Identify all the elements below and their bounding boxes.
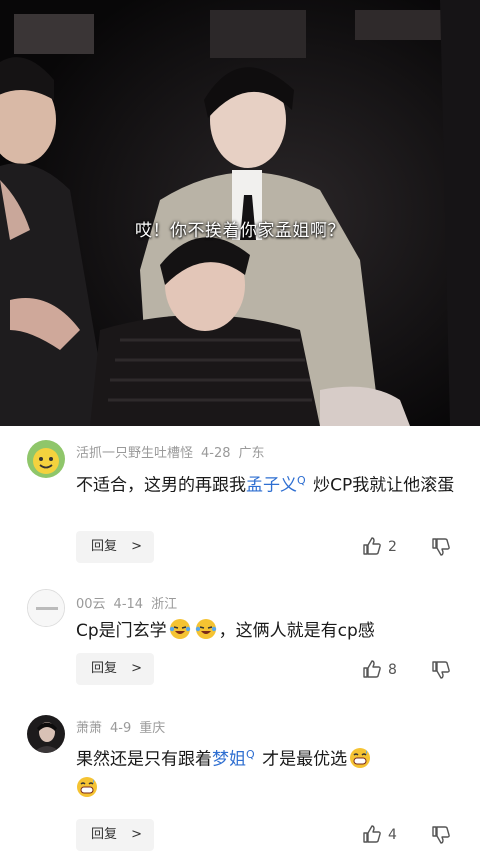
comment-text: Cp是门玄学 ，这俩人就是有cp感 — [76, 617, 460, 646]
thumbs-up-icon — [363, 825, 381, 843]
comment-text-part: 果然还是只有跟着 — [76, 749, 212, 770]
comment-meta: 活抓一只野生吐槽怪 4-28 广东 — [76, 442, 273, 461]
laughing-crying-emoji-icon — [195, 619, 216, 639]
comment-text-part: 才是最优选 — [256, 749, 348, 770]
comment-list: 活抓一只野生吐槽怪 4-28 广东 不适合，这男的再跟我孟子义Q 炒CP我就让他滚蛋… — [0, 426, 480, 853]
thumbs-down-icon — [432, 826, 450, 844]
reply-label: 回复 — [91, 539, 118, 554]
thumbs-down-icon — [432, 661, 450, 679]
reply-button[interactable]: 回复 > — [76, 653, 154, 685]
like-count: 2 — [388, 539, 397, 555]
laughing-crying-emoji-icon — [169, 619, 190, 639]
reply-label: 回复 — [91, 661, 118, 676]
comment-text-part: 炒CP我就让他滚蛋 — [307, 475, 455, 496]
grinning-sweat-emoji-icon — [77, 776, 97, 797]
thumbs-up-icon — [363, 537, 381, 555]
grinning-sweat-emoji-icon — [350, 747, 371, 768]
mention-link[interactable]: 梦姐 — [212, 750, 246, 770]
video-frame[interactable]: 哎！你不挨着你家孟姐啊？ — [0, 0, 480, 426]
video-subtitle: 哎！你不挨着你家孟姐啊？ — [135, 221, 345, 241]
comment-meta: 00云 4-14 浙江 — [76, 593, 185, 612]
like-count: 4 — [388, 827, 397, 843]
like-button[interactable]: 2 — [362, 535, 397, 559]
video-still-image — [0, 0, 480, 426]
comment-date: 4-9 — [110, 721, 132, 736]
comment-location: 重庆 — [139, 721, 166, 736]
reply-button[interactable]: 回复 > — [76, 531, 154, 563]
comment-location: 广东 — [238, 446, 265, 461]
like-count: 8 — [388, 662, 397, 678]
dark-photo-avatar-icon — [27, 715, 65, 753]
white-logo-avatar-icon — [28, 590, 64, 626]
green-emoji-avatar-icon — [27, 440, 65, 478]
comment-text-part: ，这俩人就是有cp感 — [218, 621, 375, 641]
avatar[interactable] — [27, 440, 65, 478]
comment-text: 果然还是只有跟着梦姐Q 才是最优选 — [76, 740, 460, 804]
comment-date: 4-28 — [201, 446, 231, 461]
like-button[interactable]: 8 — [362, 658, 397, 682]
comment-text: 不适合，这男的再跟我孟子义Q 炒CP我就让他滚蛋 — [76, 466, 460, 501]
thumbs-up-icon — [363, 660, 381, 678]
thumbs-down-icon — [432, 538, 450, 556]
avatar[interactable] — [27, 715, 65, 753]
dislike-button[interactable] — [431, 825, 451, 845]
dislike-button[interactable] — [431, 537, 451, 557]
reply-button[interactable]: 回复 > — [76, 819, 154, 851]
mention-link[interactable]: 孟子义 — [246, 476, 297, 496]
comment-meta: 萧萧 4-9 重庆 — [76, 717, 173, 736]
username[interactable]: 00云 — [76, 597, 106, 612]
dislike-button[interactable] — [431, 660, 451, 680]
chevron-right-icon: > — [131, 661, 142, 676]
comment-date: 4-14 — [113, 597, 144, 612]
username[interactable]: 活抓一只野生吐槽怪 — [76, 446, 193, 461]
reply-label: 回复 — [91, 827, 118, 842]
chevron-right-icon: > — [131, 539, 142, 554]
comment-location: 浙江 — [151, 597, 178, 612]
avatar[interactable] — [27, 589, 65, 627]
comment-text-part: Cp是门玄学 — [76, 621, 167, 641]
username[interactable]: 萧萧 — [76, 721, 102, 736]
search-icon: Q — [246, 748, 255, 761]
like-button[interactable]: 4 — [362, 823, 397, 847]
search-icon: Q — [297, 474, 306, 487]
chevron-right-icon: > — [131, 827, 142, 842]
comment-text-part: 不适合，这男的再跟我 — [76, 475, 246, 496]
